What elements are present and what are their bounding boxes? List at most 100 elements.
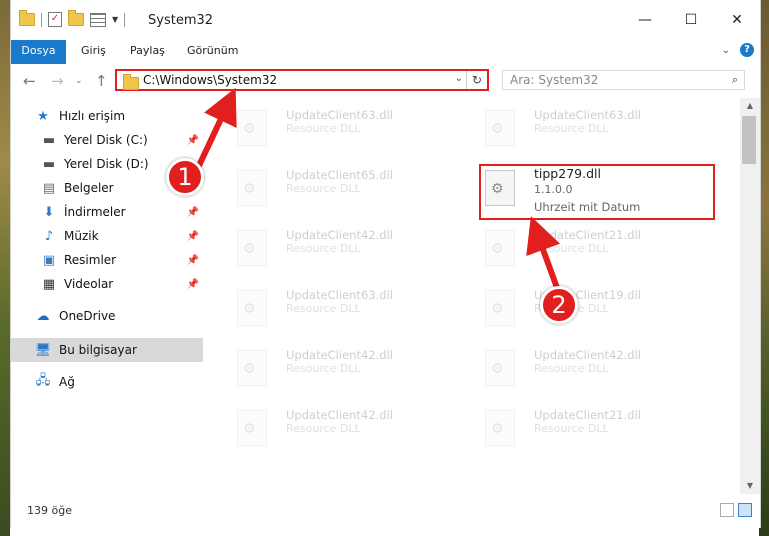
desktop-background-left (0, 0, 10, 536)
sidebar-item-this-pc[interactable]: 🖥 Bu bilgisayar (11, 338, 203, 362)
drive-icon: ▬ (42, 156, 56, 172)
chevron-down-icon[interactable]: ⌄ (455, 73, 463, 84)
file-list: ⚙ UpdateClient63.dll Resource DLL ⚙ Upda… (203, 98, 740, 494)
scroll-thumb[interactable] (742, 116, 756, 164)
star-icon: ★ (37, 108, 49, 124)
gear-icon: ⚙ (243, 121, 256, 137)
toolbar-separator (41, 12, 42, 27)
details-view-icon[interactable] (720, 503, 734, 517)
file-name: UpdateClient42.dll (286, 408, 393, 422)
status-bar: 139 öğe (11, 500, 760, 522)
list-item[interactable]: ⚙ UpdateClient42.dll Resource DLL (461, 344, 681, 392)
gear-icon: ⚙ (243, 241, 256, 257)
file-description: Resource DLL (286, 302, 361, 315)
maximize-button[interactable]: ☐ (668, 0, 714, 40)
documents-icon: ▤ (42, 180, 56, 196)
sidebar-item-label: Yerel Disk (C:) (64, 133, 148, 147)
close-button[interactable]: ✕ (714, 0, 760, 40)
file-description: Resource DLL (286, 422, 361, 435)
pin-icon: 📌 (186, 230, 199, 242)
sidebar-item-label: Hızlı erişim (59, 109, 126, 123)
address-path[interactable]: C:\Windows\System32 (143, 73, 277, 87)
search-input[interactable]: Ara: System32 ⌕ (502, 70, 745, 90)
dll-file-icon: ⚙ (485, 230, 515, 266)
list-item[interactable]: ⚙ UpdateClient21.dll Resource DLL (461, 224, 681, 272)
dll-file-icon: ⚙ (237, 170, 267, 206)
scroll-up-icon[interactable]: ▲ (740, 98, 760, 114)
pin-icon: 📌 (186, 134, 199, 146)
file-name: UpdateClient42.dll (534, 348, 641, 362)
back-arrow-icon[interactable]: ← (23, 72, 36, 90)
forward-arrow-icon[interactable]: → (51, 72, 64, 90)
refresh-icon[interactable]: ↻ (466, 71, 487, 89)
new-folder-icon[interactable] (68, 10, 84, 26)
tab-home[interactable]: Giriş (81, 40, 106, 64)
list-item[interactable]: ⚙ UpdateClient21.dll Resource DLL (461, 404, 681, 452)
search-icon[interactable]: ⌕ (732, 73, 738, 87)
network-icon: 🖧 (35, 373, 51, 388)
minimize-button[interactable]: — (622, 0, 668, 40)
sidebar-item-quick-access[interactable]: ★ Hızlı erişim (11, 104, 203, 128)
address-bar[interactable]: C:\Windows\System32 ⌄ ↻ (115, 69, 489, 91)
quick-access-toolbar: ✓ ▼ (19, 10, 126, 27)
file-name: UpdateClient63.dll (534, 108, 641, 122)
pictures-icon: ▣ (42, 252, 56, 268)
dll-file-icon: ⚙ (237, 110, 267, 146)
views-icon[interactable] (90, 12, 106, 27)
sidebar-item-network[interactable]: 🖧 Ağ (11, 370, 203, 394)
folder-icon (19, 10, 35, 26)
gear-icon: ⚙ (491, 241, 504, 257)
up-arrow-icon[interactable]: ↑ (95, 72, 108, 90)
file-name: UpdateClient63.dll (286, 288, 393, 302)
window-controls: — ☐ ✕ (622, 0, 760, 40)
window-title: System32 (148, 13, 214, 28)
sidebar-item-onedrive[interactable]: ☁ OneDrive (11, 304, 203, 328)
gear-icon: ⚙ (243, 181, 256, 197)
recent-locations-icon[interactable]: ⌄ (75, 76, 83, 86)
list-item[interactable]: ⚙ UpdateClient42.dll Resource DLL (213, 404, 433, 452)
title-bar: ✓ ▼ System32 — ☐ ✕ (11, 0, 760, 40)
sidebar-item-label: İndirmeler (64, 205, 126, 219)
sidebar-item-music[interactable]: ♪ Müzik 📌 (11, 224, 203, 248)
file-description: Resource DLL (286, 182, 361, 195)
vertical-scrollbar[interactable]: ▲ ▼ (740, 98, 760, 494)
gear-icon: ⚙ (243, 421, 256, 437)
sidebar-item-label: OneDrive (59, 309, 116, 323)
file-name: UpdateClient42.dll (286, 348, 393, 362)
music-icon: ♪ (44, 228, 54, 244)
gear-icon: ⚙ (491, 361, 504, 377)
file-description: Resource DLL (534, 122, 609, 135)
tab-share[interactable]: Paylaş (130, 40, 165, 64)
list-item[interactable]: ⚙ UpdateClient42.dll Resource DLL (213, 224, 433, 272)
list-item[interactable]: ⚙ UpdateClient63.dll Resource DLL (461, 104, 681, 152)
navigation-pane: ★ Hızlı erişim ▬ Yerel Disk (C:) 📌 ▬ Yer… (11, 98, 203, 494)
file-name: UpdateClient63.dll (286, 108, 393, 122)
list-item[interactable]: ⚙ UpdateClient63.dll Resource DLL (213, 284, 433, 332)
navigation-bar: ← → ⌄ ↑ C:\Windows\System32 ⌄ ↻ Ara: Sys… (11, 64, 760, 98)
gear-icon: ⚙ (491, 421, 504, 437)
step-2-callout: 2 (540, 286, 578, 324)
sidebar-item-videos[interactable]: ▦ Videolar 📌 (11, 272, 203, 296)
list-item[interactable]: ⚙ UpdateClient42.dll Resource DLL (213, 344, 433, 392)
list-item[interactable]: ⚙ UpdateClient65.dll Resource DLL (213, 164, 433, 212)
explorer-window: ✓ ▼ System32 — ☐ ✕ Dosya Giriş Paylaş Gö… (10, 0, 761, 528)
file-name: UpdateClient21.dll (534, 228, 641, 242)
sidebar-item-pictures[interactable]: ▣ Resimler 📌 (11, 248, 203, 272)
sidebar-item-label: Bu bilgisayar (59, 343, 137, 357)
tab-view[interactable]: Görünüm (187, 40, 238, 64)
file-name: UpdateClient65.dll (286, 168, 393, 182)
pin-icon: 📌 (186, 278, 199, 290)
download-icon: ⬇ (43, 204, 55, 220)
expand-ribbon-icon[interactable]: ⌄ (722, 45, 730, 56)
sidebar-item-label: Resimler (64, 253, 117, 267)
sidebar-item-label: Ağ (59, 375, 75, 389)
gear-icon: ⚙ (491, 121, 504, 137)
properties-icon[interactable]: ✓ (48, 12, 62, 27)
scroll-down-icon[interactable]: ▼ (740, 478, 760, 494)
sidebar-item-downloads[interactable]: ⬇ İndirmeler 📌 (11, 200, 203, 224)
list-item[interactable]: ⚙ UpdateClient63.dll Resource DLL (213, 104, 433, 152)
help-icon[interactable]: ? (740, 43, 754, 57)
chevron-down-icon[interactable]: ▼ (112, 15, 118, 24)
sidebar-item-local-disk-c[interactable]: ▬ Yerel Disk (C:) 📌 (11, 128, 203, 152)
tiles-view-icon[interactable] (738, 503, 752, 517)
